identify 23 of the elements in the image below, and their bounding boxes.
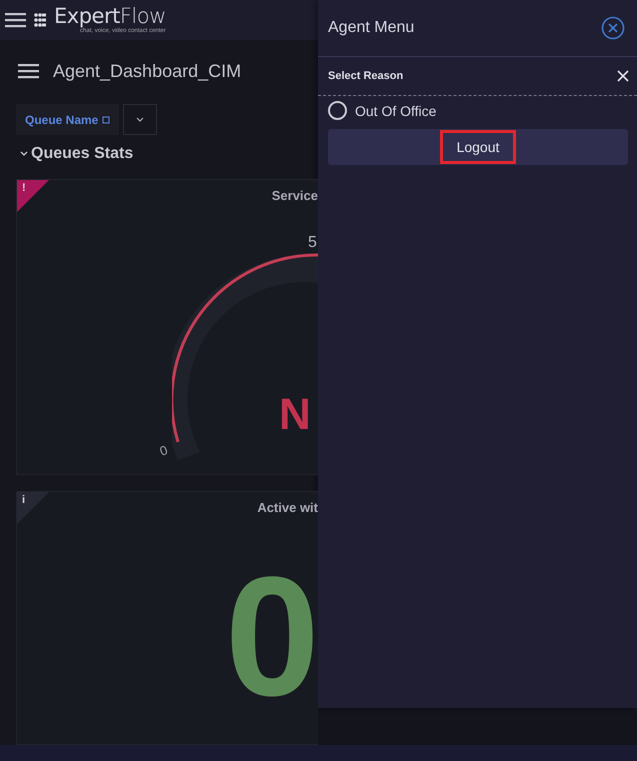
stat-value: 0 bbox=[225, 552, 318, 722]
dashboard-title: Agent_Dashboard_CIM bbox=[53, 60, 242, 82]
gauge-min-label: 0 bbox=[158, 442, 170, 459]
chevron-down-icon[interactable] bbox=[20, 150, 28, 158]
logo: ExpertFlow bbox=[54, 5, 166, 27]
menu-icon[interactable] bbox=[5, 12, 26, 28]
section-title: Queues Stats bbox=[31, 145, 134, 163]
queue-name-filter[interactable]: Queue Name bbox=[16, 104, 120, 135]
logout-button[interactable]: Logout bbox=[440, 130, 516, 164]
panel-title: Service bbox=[272, 188, 318, 203]
square-icon bbox=[102, 116, 110, 124]
gauge-value: N bbox=[279, 390, 311, 440]
corner-mark: i bbox=[22, 494, 26, 506]
chevron-down-icon bbox=[136, 117, 144, 122]
menu-icon[interactable] bbox=[18, 63, 39, 79]
panel-title: Active wit bbox=[257, 500, 318, 515]
logo-dots-icon bbox=[34, 13, 46, 27]
corner-mark: ! bbox=[22, 182, 26, 194]
gauge-max-label: 5 bbox=[308, 234, 317, 252]
radio-button[interactable] bbox=[328, 101, 347, 120]
section-title: Select Reason bbox=[328, 70, 404, 82]
panel-title: Agent Menu bbox=[328, 19, 414, 37]
reason-label[interactable]: Out Of Office bbox=[355, 102, 436, 118]
